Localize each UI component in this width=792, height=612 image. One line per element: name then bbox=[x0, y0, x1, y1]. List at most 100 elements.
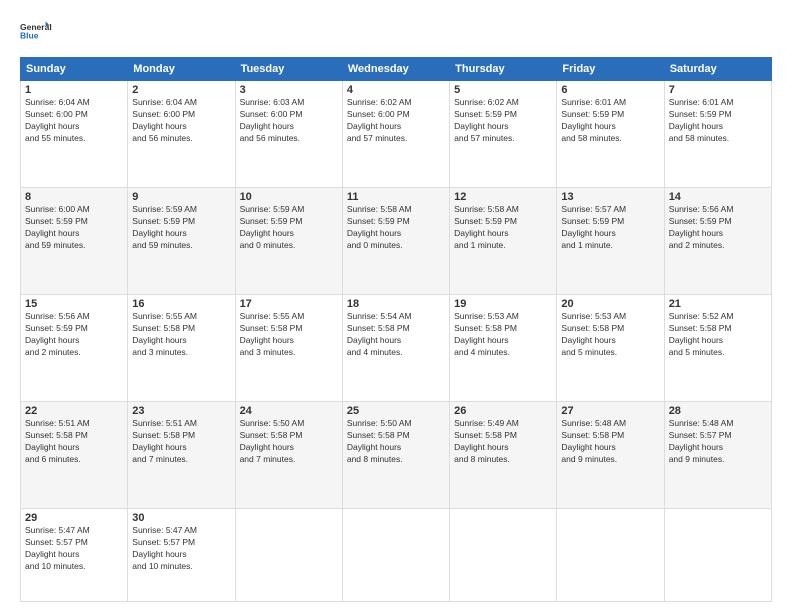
calendar-cell: 24Sunrise: 5:50 AMSunset: 5:58 PMDayligh… bbox=[235, 402, 342, 509]
day-number: 7 bbox=[669, 84, 767, 96]
calendar-cell: 21Sunrise: 5:52 AMSunset: 5:58 PMDayligh… bbox=[664, 295, 771, 402]
day-info: Sunrise: 5:55 AMSunset: 5:58 PMDaylight … bbox=[132, 311, 230, 359]
week-row-5: 29Sunrise: 5:47 AMSunset: 5:57 PMDayligh… bbox=[21, 509, 772, 602]
calendar-cell: 17Sunrise: 5:55 AMSunset: 5:58 PMDayligh… bbox=[235, 295, 342, 402]
calendar-cell: 12Sunrise: 5:58 AMSunset: 5:59 PMDayligh… bbox=[450, 188, 557, 295]
day-info: Sunrise: 5:59 AMSunset: 5:59 PMDaylight … bbox=[240, 204, 338, 252]
day-info: Sunrise: 5:57 AMSunset: 5:59 PMDaylight … bbox=[561, 204, 659, 252]
day-number: 26 bbox=[454, 405, 552, 417]
weekday-header-tuesday: Tuesday bbox=[235, 58, 342, 81]
weekday-header-friday: Friday bbox=[557, 58, 664, 81]
day-info: Sunrise: 5:58 AMSunset: 5:59 PMDaylight … bbox=[454, 204, 552, 252]
week-row-2: 8Sunrise: 6:00 AMSunset: 5:59 PMDaylight… bbox=[21, 188, 772, 295]
day-number: 8 bbox=[25, 191, 123, 203]
day-info: Sunrise: 5:51 AMSunset: 5:58 PMDaylight … bbox=[25, 418, 123, 466]
day-info: Sunrise: 5:53 AMSunset: 5:58 PMDaylight … bbox=[561, 311, 659, 359]
day-info: Sunrise: 5:54 AMSunset: 5:58 PMDaylight … bbox=[347, 311, 445, 359]
day-number: 29 bbox=[25, 512, 123, 524]
day-info: Sunrise: 5:53 AMSunset: 5:58 PMDaylight … bbox=[454, 311, 552, 359]
day-number: 16 bbox=[132, 298, 230, 310]
day-info: Sunrise: 6:04 AMSunset: 6:00 PMDaylight … bbox=[25, 97, 123, 145]
day-number: 15 bbox=[25, 298, 123, 310]
calendar-cell: 28Sunrise: 5:48 AMSunset: 5:57 PMDayligh… bbox=[664, 402, 771, 509]
calendar-cell: 7Sunrise: 6:01 AMSunset: 5:59 PMDaylight… bbox=[664, 81, 771, 188]
weekday-header-saturday: Saturday bbox=[664, 58, 771, 81]
calendar-cell: 25Sunrise: 5:50 AMSunset: 5:58 PMDayligh… bbox=[342, 402, 449, 509]
logo-svg: General Blue bbox=[20, 15, 52, 47]
calendar-cell: 6Sunrise: 6:01 AMSunset: 5:59 PMDaylight… bbox=[557, 81, 664, 188]
calendar-cell: 16Sunrise: 5:55 AMSunset: 5:58 PMDayligh… bbox=[128, 295, 235, 402]
calendar-cell: 10Sunrise: 5:59 AMSunset: 5:59 PMDayligh… bbox=[235, 188, 342, 295]
day-info: Sunrise: 5:58 AMSunset: 5:59 PMDaylight … bbox=[347, 204, 445, 252]
day-info: Sunrise: 5:51 AMSunset: 5:58 PMDaylight … bbox=[132, 418, 230, 466]
day-info: Sunrise: 6:03 AMSunset: 6:00 PMDaylight … bbox=[240, 97, 338, 145]
calendar-cell bbox=[342, 509, 449, 602]
calendar-cell: 13Sunrise: 5:57 AMSunset: 5:59 PMDayligh… bbox=[557, 188, 664, 295]
day-info: Sunrise: 5:49 AMSunset: 5:58 PMDaylight … bbox=[454, 418, 552, 466]
day-info: Sunrise: 5:56 AMSunset: 5:59 PMDaylight … bbox=[25, 311, 123, 359]
day-info: Sunrise: 6:02 AMSunset: 6:00 PMDaylight … bbox=[347, 97, 445, 145]
day-number: 4 bbox=[347, 84, 445, 96]
week-row-4: 22Sunrise: 5:51 AMSunset: 5:58 PMDayligh… bbox=[21, 402, 772, 509]
day-info: Sunrise: 5:50 AMSunset: 5:58 PMDaylight … bbox=[347, 418, 445, 466]
page: General Blue SundayMondayTuesdayWednesda… bbox=[0, 0, 792, 612]
calendar-cell: 5Sunrise: 6:02 AMSunset: 5:59 PMDaylight… bbox=[450, 81, 557, 188]
weekday-header-thursday: Thursday bbox=[450, 58, 557, 81]
day-info: Sunrise: 6:01 AMSunset: 5:59 PMDaylight … bbox=[669, 97, 767, 145]
calendar-cell bbox=[450, 509, 557, 602]
day-number: 12 bbox=[454, 191, 552, 203]
calendar-cell bbox=[664, 509, 771, 602]
calendar-cell: 3Sunrise: 6:03 AMSunset: 6:00 PMDaylight… bbox=[235, 81, 342, 188]
calendar-cell: 15Sunrise: 5:56 AMSunset: 5:59 PMDayligh… bbox=[21, 295, 128, 402]
day-info: Sunrise: 5:56 AMSunset: 5:59 PMDaylight … bbox=[669, 204, 767, 252]
calendar-cell: 18Sunrise: 5:54 AMSunset: 5:58 PMDayligh… bbox=[342, 295, 449, 402]
day-info: Sunrise: 5:52 AMSunset: 5:58 PMDaylight … bbox=[669, 311, 767, 359]
weekday-header-wednesday: Wednesday bbox=[342, 58, 449, 81]
day-info: Sunrise: 6:02 AMSunset: 5:59 PMDaylight … bbox=[454, 97, 552, 145]
day-number: 3 bbox=[240, 84, 338, 96]
day-info: Sunrise: 5:47 AMSunset: 5:57 PMDaylight … bbox=[132, 525, 230, 573]
day-number: 27 bbox=[561, 405, 659, 417]
day-info: Sunrise: 5:55 AMSunset: 5:58 PMDaylight … bbox=[240, 311, 338, 359]
weekday-header-monday: Monday bbox=[128, 58, 235, 81]
day-info: Sunrise: 5:47 AMSunset: 5:57 PMDaylight … bbox=[25, 525, 123, 573]
day-number: 23 bbox=[132, 405, 230, 417]
calendar-cell: 30Sunrise: 5:47 AMSunset: 5:57 PMDayligh… bbox=[128, 509, 235, 602]
calendar-cell bbox=[235, 509, 342, 602]
day-number: 2 bbox=[132, 84, 230, 96]
calendar-cell: 23Sunrise: 5:51 AMSunset: 5:58 PMDayligh… bbox=[128, 402, 235, 509]
day-number: 9 bbox=[132, 191, 230, 203]
calendar-cell: 8Sunrise: 6:00 AMSunset: 5:59 PMDaylight… bbox=[21, 188, 128, 295]
day-number: 11 bbox=[347, 191, 445, 203]
day-number: 1 bbox=[25, 84, 123, 96]
day-number: 21 bbox=[669, 298, 767, 310]
week-row-3: 15Sunrise: 5:56 AMSunset: 5:59 PMDayligh… bbox=[21, 295, 772, 402]
calendar-cell: 9Sunrise: 5:59 AMSunset: 5:59 PMDaylight… bbox=[128, 188, 235, 295]
day-number: 19 bbox=[454, 298, 552, 310]
day-number: 10 bbox=[240, 191, 338, 203]
day-info: Sunrise: 5:48 AMSunset: 5:58 PMDaylight … bbox=[561, 418, 659, 466]
calendar-cell: 29Sunrise: 5:47 AMSunset: 5:57 PMDayligh… bbox=[21, 509, 128, 602]
calendar-cell: 26Sunrise: 5:49 AMSunset: 5:58 PMDayligh… bbox=[450, 402, 557, 509]
day-info: Sunrise: 5:50 AMSunset: 5:58 PMDaylight … bbox=[240, 418, 338, 466]
day-number: 22 bbox=[25, 405, 123, 417]
week-row-1: 1Sunrise: 6:04 AMSunset: 6:00 PMDaylight… bbox=[21, 81, 772, 188]
calendar-cell: 4Sunrise: 6:02 AMSunset: 6:00 PMDaylight… bbox=[342, 81, 449, 188]
calendar-cell: 20Sunrise: 5:53 AMSunset: 5:58 PMDayligh… bbox=[557, 295, 664, 402]
weekday-header-sunday: Sunday bbox=[21, 58, 128, 81]
day-number: 17 bbox=[240, 298, 338, 310]
day-number: 20 bbox=[561, 298, 659, 310]
day-number: 28 bbox=[669, 405, 767, 417]
header: General Blue bbox=[20, 15, 772, 47]
calendar-cell bbox=[557, 509, 664, 602]
day-number: 14 bbox=[669, 191, 767, 203]
day-number: 5 bbox=[454, 84, 552, 96]
day-number: 13 bbox=[561, 191, 659, 203]
day-number: 30 bbox=[132, 512, 230, 524]
calendar-cell: 14Sunrise: 5:56 AMSunset: 5:59 PMDayligh… bbox=[664, 188, 771, 295]
calendar-cell: 27Sunrise: 5:48 AMSunset: 5:58 PMDayligh… bbox=[557, 402, 664, 509]
day-info: Sunrise: 5:59 AMSunset: 5:59 PMDaylight … bbox=[132, 204, 230, 252]
calendar-cell: 19Sunrise: 5:53 AMSunset: 5:58 PMDayligh… bbox=[450, 295, 557, 402]
calendar-cell: 1Sunrise: 6:04 AMSunset: 6:00 PMDaylight… bbox=[21, 81, 128, 188]
calendar-cell: 2Sunrise: 6:04 AMSunset: 6:00 PMDaylight… bbox=[128, 81, 235, 188]
